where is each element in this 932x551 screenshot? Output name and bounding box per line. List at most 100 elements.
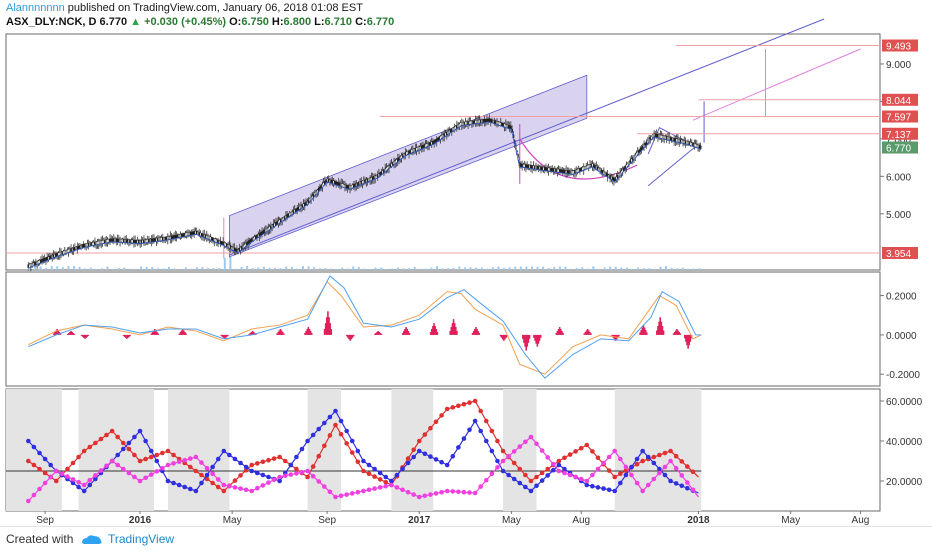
volume-bar	[609, 266, 612, 270]
volume-bar	[592, 266, 595, 270]
magenta-series-point	[93, 473, 98, 478]
red-series-point	[523, 472, 528, 478]
volume-bar	[145, 266, 148, 270]
volume-bar	[564, 266, 567, 270]
tradingview-link[interactable]: TradingView	[108, 532, 174, 546]
magenta-series-point	[377, 485, 383, 490]
blue-series-point	[411, 454, 416, 460]
magenta-series-point	[277, 474, 282, 480]
blue-series-point	[422, 451, 428, 457]
volume-bar	[140, 266, 143, 270]
volume-bar	[653, 268, 656, 270]
magenta-series-point	[355, 489, 361, 495]
macd-histogram-bar	[456, 330, 458, 335]
red-series-point	[93, 440, 98, 446]
volume-bar	[463, 267, 466, 270]
blue-series-point	[673, 481, 679, 486]
blue-series-point	[450, 453, 456, 459]
red-series-point	[238, 473, 243, 478]
red-series-point	[567, 452, 573, 457]
red-series-point	[104, 432, 109, 438]
blue-series-point	[238, 460, 243, 466]
red-series-point	[372, 474, 377, 479]
magenta-series-point	[433, 491, 439, 496]
magenta-series-point	[31, 492, 37, 498]
blue-series-point	[266, 474, 271, 480]
blue-series-point	[171, 480, 176, 486]
magenta-series-point	[182, 457, 188, 463]
volume-bar	[597, 268, 600, 270]
blue-series-point	[534, 483, 539, 489]
red-series-point	[416, 438, 422, 444]
magenta-series-point	[545, 455, 551, 460]
blue-series-point	[506, 472, 511, 478]
red-series-point	[26, 458, 31, 464]
chart-canvas[interactable]: 9.0008.0007.0006.0005.0009.4938.0447.597…	[0, 0, 932, 526]
volume-bar	[664, 266, 667, 270]
red-series-point	[115, 434, 120, 440]
red-series-point	[210, 480, 215, 486]
magenta-series-point	[294, 471, 299, 476]
volume-bar	[117, 268, 120, 270]
magenta-series-point	[199, 460, 204, 465]
magenta-series-point	[472, 490, 478, 496]
volume-bar	[318, 268, 321, 270]
red-series-point	[310, 464, 316, 469]
time-tick-label: 2018	[687, 515, 710, 526]
magenta-series-point	[126, 470, 132, 476]
blue-series-point	[182, 484, 188, 490]
macd-tick-label: 0.2000	[886, 292, 917, 303]
blue-series-point	[126, 440, 132, 446]
red-series-point	[42, 470, 48, 476]
price-level-label: 8.044	[886, 96, 911, 107]
blue-series-point	[601, 486, 606, 491]
magenta-series-point	[104, 463, 109, 469]
volume-bar	[475, 267, 478, 270]
blue-series-point	[444, 462, 450, 468]
magenta-series-point	[528, 434, 534, 440]
volume-bar	[179, 268, 182, 270]
blue-series-point	[120, 446, 126, 452]
magenta-series-point	[327, 489, 333, 495]
volume-bar	[324, 268, 327, 270]
volume-bar	[95, 268, 98, 270]
volume-bar	[50, 266, 53, 270]
red-series-point	[651, 454, 657, 460]
red-series-point	[148, 454, 154, 460]
magenta-series-point	[70, 477, 76, 482]
volume-bar	[385, 268, 388, 270]
blue-series-point	[322, 420, 327, 426]
volume-bar	[380, 267, 383, 270]
blue-series-point	[428, 454, 433, 459]
magenta-series-point	[338, 493, 344, 499]
blue-series-point	[221, 448, 227, 454]
red-series-point	[171, 452, 176, 458]
magenta-series-point	[361, 488, 366, 494]
blue-series-point	[539, 478, 545, 483]
volume-bar	[430, 267, 433, 270]
blue-series-point	[377, 470, 383, 476]
red-series-point	[316, 453, 322, 459]
candle-body	[699, 145, 702, 149]
tradingview-cloud-icon	[82, 535, 102, 544]
magenta-series-point	[428, 492, 433, 497]
blue-series-point	[645, 454, 651, 460]
red-series-point	[433, 419, 439, 425]
red-series-point	[405, 456, 411, 461]
magenta-series-point	[344, 492, 349, 497]
volume-bar	[33, 266, 36, 270]
magenta-series-point	[634, 480, 640, 486]
blue-series-point	[500, 468, 506, 474]
magenta-series-point	[148, 472, 154, 477]
volume-bar	[39, 266, 42, 270]
blue-series-point	[143, 438, 148, 444]
macd-histogram-bar	[227, 334, 229, 336]
red-series-point	[322, 443, 327, 449]
macd-histogram-bar	[408, 332, 411, 335]
blue-series-point	[629, 464, 634, 470]
blue-series-point	[461, 436, 467, 441]
blue-series-point	[472, 418, 478, 424]
volume-bar	[542, 266, 545, 270]
magenta-series-point	[394, 485, 400, 490]
volume-bar	[558, 266, 561, 270]
